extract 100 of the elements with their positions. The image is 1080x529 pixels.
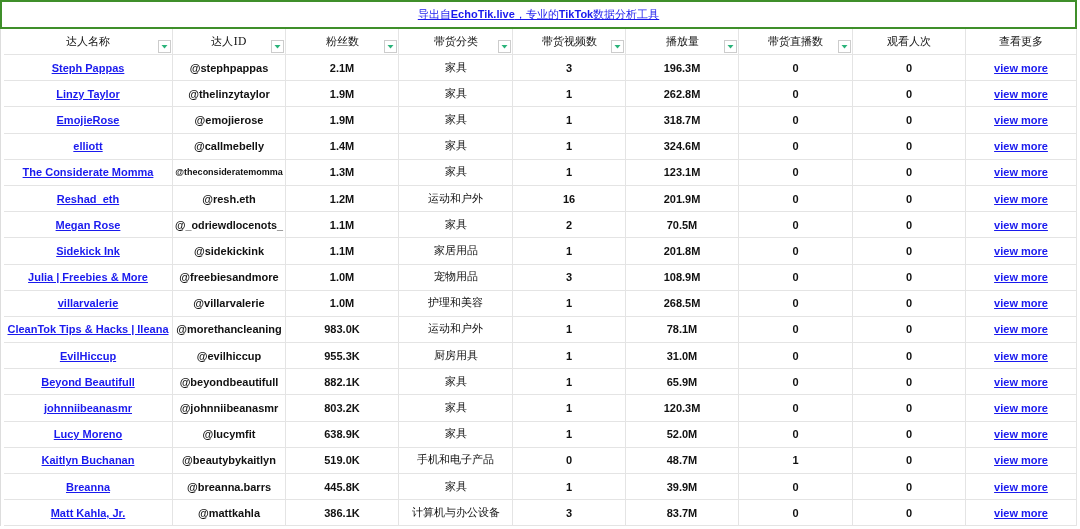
category: 计算机与办公设备 bbox=[411, 505, 500, 520]
play-count: 48.7M bbox=[666, 454, 698, 467]
view-more-link[interactable]: view more bbox=[994, 402, 1048, 415]
category: 家具 bbox=[444, 165, 467, 180]
play-count: 108.9M bbox=[663, 271, 701, 284]
creator-name-link[interactable]: Matt Kahla, Jr. bbox=[50, 506, 126, 519]
category: 厨房用具 bbox=[433, 348, 478, 363]
viewer-count: 0 bbox=[905, 375, 913, 388]
creator-id: @beyondbeautifull bbox=[179, 375, 279, 388]
view-more-link[interactable]: view more bbox=[994, 297, 1048, 310]
category: 家具 bbox=[444, 139, 467, 154]
creator-name-link[interactable]: The Considerate Momma bbox=[22, 166, 154, 179]
follower-count: 882.1K bbox=[324, 375, 360, 388]
view-more-link[interactable]: view more bbox=[994, 480, 1048, 493]
livestream-count: 0 bbox=[792, 244, 799, 257]
view-more-link[interactable]: view more bbox=[994, 166, 1048, 179]
follower-count: 1.9M bbox=[329, 87, 355, 100]
creator-name-link[interactable]: Kaitlyn Buchanan bbox=[41, 454, 135, 467]
livestream-count: 0 bbox=[792, 297, 799, 310]
play-count: 262.8M bbox=[663, 87, 701, 100]
creator-name-link[interactable]: Beyond Beautifull bbox=[41, 375, 135, 388]
view-more-link[interactable]: view more bbox=[994, 87, 1048, 100]
creator-name-link[interactable]: Megan Rose bbox=[55, 218, 121, 231]
filter-dropdown-icon[interactable] bbox=[724, 40, 737, 53]
view-more-link[interactable]: view more bbox=[994, 428, 1048, 441]
view-more-link[interactable]: view more bbox=[994, 506, 1048, 519]
follower-count: 1.3M bbox=[329, 166, 355, 179]
view-more-link[interactable]: view more bbox=[994, 271, 1048, 284]
creator-name-link[interactable]: Linzy Taylor bbox=[56, 87, 120, 100]
livestream-count: 0 bbox=[792, 218, 799, 231]
column-header: 粉丝数 bbox=[325, 34, 359, 49]
video-count: 3 bbox=[565, 271, 573, 284]
creator-name-link[interactable]: Julia | Freebies & More bbox=[28, 271, 148, 284]
view-more-link[interactable]: view more bbox=[994, 140, 1048, 153]
creator-name-link[interactable]: johnniibeanasmr bbox=[44, 402, 132, 415]
viewer-count: 0 bbox=[905, 428, 913, 441]
creator-id: @theconsideratemomma bbox=[175, 167, 283, 178]
column-header: 带货分类 bbox=[433, 34, 478, 49]
livestream-count: 0 bbox=[792, 323, 799, 336]
follower-count: 983.0K bbox=[324, 323, 360, 336]
livestream-count: 0 bbox=[792, 192, 799, 205]
category: 家具 bbox=[444, 427, 467, 442]
creator-name-link[interactable]: Sidekick Ink bbox=[56, 244, 120, 257]
follower-count: 1.9M bbox=[329, 113, 355, 126]
view-more-link[interactable]: view more bbox=[994, 454, 1048, 467]
creator-name-link[interactable]: EvilHiccup bbox=[59, 349, 117, 362]
filter-dropdown-icon[interactable] bbox=[611, 40, 624, 53]
video-count: 3 bbox=[565, 506, 573, 519]
play-count: 120.3M bbox=[663, 402, 701, 415]
play-count: 318.7M bbox=[663, 113, 701, 126]
creator-id: @resh.eth bbox=[202, 192, 256, 205]
creator-id: @_odriewdlocenots_ bbox=[175, 218, 283, 231]
category: 宠物用品 bbox=[433, 270, 478, 285]
creator-id: @freebiesandmore bbox=[179, 271, 279, 284]
play-count: 65.9M bbox=[666, 375, 698, 388]
follower-count: 1.4M bbox=[329, 140, 355, 153]
follower-count: 445.8K bbox=[324, 480, 360, 493]
column-header: 观看人次 bbox=[887, 34, 931, 49]
viewer-count: 0 bbox=[905, 402, 913, 415]
livestream-count: 0 bbox=[792, 87, 799, 100]
viewer-count: 0 bbox=[905, 61, 913, 74]
video-count: 1 bbox=[565, 244, 573, 257]
play-count: 70.5M bbox=[666, 218, 698, 231]
livestream-count: 0 bbox=[792, 506, 799, 519]
view-more-link[interactable]: view more bbox=[994, 349, 1048, 362]
video-count: 16 bbox=[562, 192, 576, 205]
category: 家具 bbox=[444, 86, 467, 101]
category: 家具 bbox=[444, 374, 467, 389]
creator-name-link[interactable]: Breanna bbox=[66, 480, 110, 493]
creator-id: @villarvalerie bbox=[193, 297, 265, 310]
filter-dropdown-icon[interactable] bbox=[498, 40, 511, 53]
view-more-link[interactable]: view more bbox=[994, 113, 1048, 126]
view-more-link[interactable]: view more bbox=[994, 375, 1048, 388]
view-more-link[interactable]: view more bbox=[994, 244, 1048, 257]
filter-dropdown-icon[interactable] bbox=[384, 40, 397, 53]
creator-name-link[interactable]: CleanTok Tips & Hacks | Ileana bbox=[7, 323, 169, 336]
view-more-link[interactable]: view more bbox=[994, 323, 1048, 336]
play-count: 31.0M bbox=[666, 349, 698, 362]
creator-name-link[interactable]: EmojieRose bbox=[56, 113, 120, 126]
play-count: 78.1M bbox=[666, 323, 698, 336]
filter-dropdown-icon[interactable] bbox=[838, 40, 851, 53]
view-more-link[interactable]: view more bbox=[994, 61, 1048, 74]
creator-name-link[interactable]: Lucy Moreno bbox=[53, 428, 123, 441]
column-header: 播放量 bbox=[665, 34, 699, 49]
creator-name-link[interactable]: villarvalerie bbox=[57, 297, 119, 310]
view-more-link[interactable]: view more bbox=[994, 192, 1048, 205]
creator-name-link[interactable]: Steph Pappas bbox=[51, 61, 125, 74]
filter-dropdown-icon[interactable] bbox=[271, 40, 284, 53]
category: 家具 bbox=[444, 401, 467, 416]
export-source-link[interactable]: 导出自EchoTik.live，专业的TikTok数据分析工具 bbox=[417, 7, 660, 22]
creator-id: @lucymfit bbox=[202, 428, 256, 441]
play-count: 201.9M bbox=[663, 192, 701, 205]
livestream-count: 0 bbox=[792, 113, 799, 126]
creator-name-link[interactable]: Reshad_eth bbox=[56, 192, 120, 205]
view-more-link[interactable]: view more bbox=[994, 218, 1048, 231]
filter-dropdown-icon[interactable] bbox=[158, 40, 171, 53]
column-header: 达人名称 bbox=[66, 34, 110, 49]
livestream-count: 0 bbox=[792, 375, 799, 388]
creator-name-link[interactable]: elliott bbox=[73, 140, 103, 153]
viewer-count: 0 bbox=[905, 454, 913, 467]
